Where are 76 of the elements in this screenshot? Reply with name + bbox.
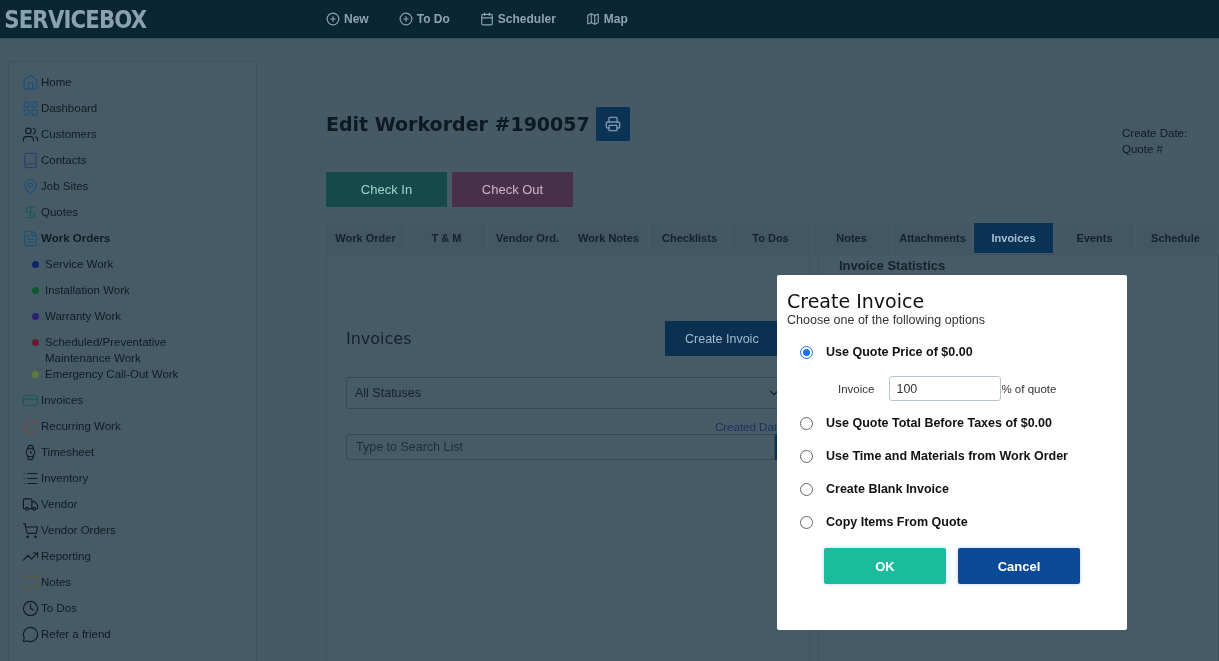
tab[interactable]: T & M (407, 223, 486, 253)
sidebar-subitem[interactable]: Warranty Work (45, 308, 122, 324)
plus-circle-icon (326, 12, 340, 26)
clock-icon (22, 600, 39, 617)
truck-icon (22, 496, 39, 513)
meta-label: Create Date: (1122, 126, 1189, 141)
sidebar-item[interactable]: Timesheet (22, 444, 256, 470)
printer-icon (604, 116, 621, 132)
tab[interactable]: To Dos (731, 223, 810, 253)
option-label: Use Quote Total Before Taxes of $0.00 (826, 416, 1052, 430)
dialog-title: Create Invoice (787, 290, 926, 312)
card-icon (22, 392, 39, 409)
check-out-button[interactable]: Check Out (452, 172, 573, 207)
home-icon (22, 74, 39, 91)
cancel-button[interactable]: Cancel (958, 548, 1080, 584)
sidebar-subitem[interactable]: Service Work (45, 256, 114, 272)
option-label: Copy Items From Quote (826, 515, 968, 529)
sidebar-item[interactable]: Vendor (22, 496, 256, 522)
sidebar-item[interactable]: Recurring Work (22, 418, 256, 444)
tab[interactable]: Attachments (893, 223, 972, 253)
option-label: Use Time and Materials from Work Order (826, 449, 1068, 463)
field-suffix: % of quote (1001, 382, 1057, 395)
location-pin-icon (22, 178, 39, 195)
tab[interactable]: Notes (812, 223, 891, 253)
tab[interactable]: Work Order (326, 223, 405, 253)
nav-link[interactable]: New (326, 12, 369, 26)
sidebar-subitem[interactable]: Scheduled/Preventative Maintenance Work (45, 334, 222, 366)
calendar-icon (479, 12, 494, 26)
option-label: Create Blank Invoice (826, 482, 949, 496)
logo: SERVICEBOX (3, 4, 148, 34)
sidebar-item[interactable]: Customers (22, 126, 256, 152)
sidebar-item[interactable]: Vendor Orders (22, 522, 256, 548)
message-icon (22, 574, 39, 591)
plus-circle-icon (398, 12, 413, 26)
nav-link[interactable]: To Do (398, 12, 450, 26)
sidebar-item[interactable]: Notes (22, 574, 256, 600)
sidebar-item[interactable]: Inventory (22, 470, 256, 496)
document-icon (22, 230, 39, 247)
cart-icon (22, 522, 39, 539)
sidebar-item[interactable]: Contacts (22, 152, 256, 178)
sidebar-subitem[interactable]: Emergency Call-Out Work (45, 366, 179, 382)
sidebar-item[interactable]: To Dos (22, 600, 256, 626)
sidebar-item[interactable]: Invoices (22, 392, 256, 418)
sidebar-item[interactable]: Reporting (22, 548, 256, 574)
nav-link[interactable]: Scheduler (479, 12, 556, 26)
print-button[interactable] (595, 107, 630, 141)
sidebar-subitem[interactable]: Installation Work (45, 282, 130, 298)
ok-button[interactable]: OK (824, 548, 946, 584)
sidebar-item[interactable]: Job Sites (22, 178, 256, 204)
tab[interactable]: Vendor Ord. (488, 223, 567, 253)
sidebar-item[interactable]: Quotes (22, 204, 256, 230)
meta-label: Quote # (1122, 142, 1164, 157)
field-label: Invoice (838, 382, 875, 395)
sidebar-item[interactable]: Home (22, 74, 256, 100)
sidebar-item[interactable]: Refer a friend (22, 626, 256, 652)
refresh-icon (22, 418, 39, 435)
page-title: Edit Workorder #190057 (326, 113, 590, 135)
map-icon (585, 12, 600, 26)
sidebar-item[interactable]: Dashboard (22, 100, 256, 126)
users-icon (22, 126, 39, 143)
check-in-button[interactable]: Check In (326, 172, 447, 207)
tab[interactable]: Events (1055, 223, 1134, 253)
percent-field[interactable]: 100 (889, 376, 1002, 401)
sidebar-item[interactable]: Work Orders (22, 230, 256, 256)
tab[interactable]: Checklists (650, 223, 729, 253)
grid-icon (22, 100, 39, 117)
tab[interactable]: Schedule (1136, 223, 1215, 253)
chat-icon (22, 626, 39, 643)
book-icon (22, 152, 39, 169)
panel-title: Invoices (346, 329, 412, 348)
nav-link[interactable]: Map (585, 12, 628, 26)
list-icon (22, 470, 39, 487)
tab[interactable]: Invoices (974, 223, 1053, 253)
panel-title: Invoice Statistics (839, 258, 947, 273)
option-label: Use Quote Price of $0.00 (826, 345, 973, 359)
tab[interactable]: Work Notes (569, 223, 648, 253)
